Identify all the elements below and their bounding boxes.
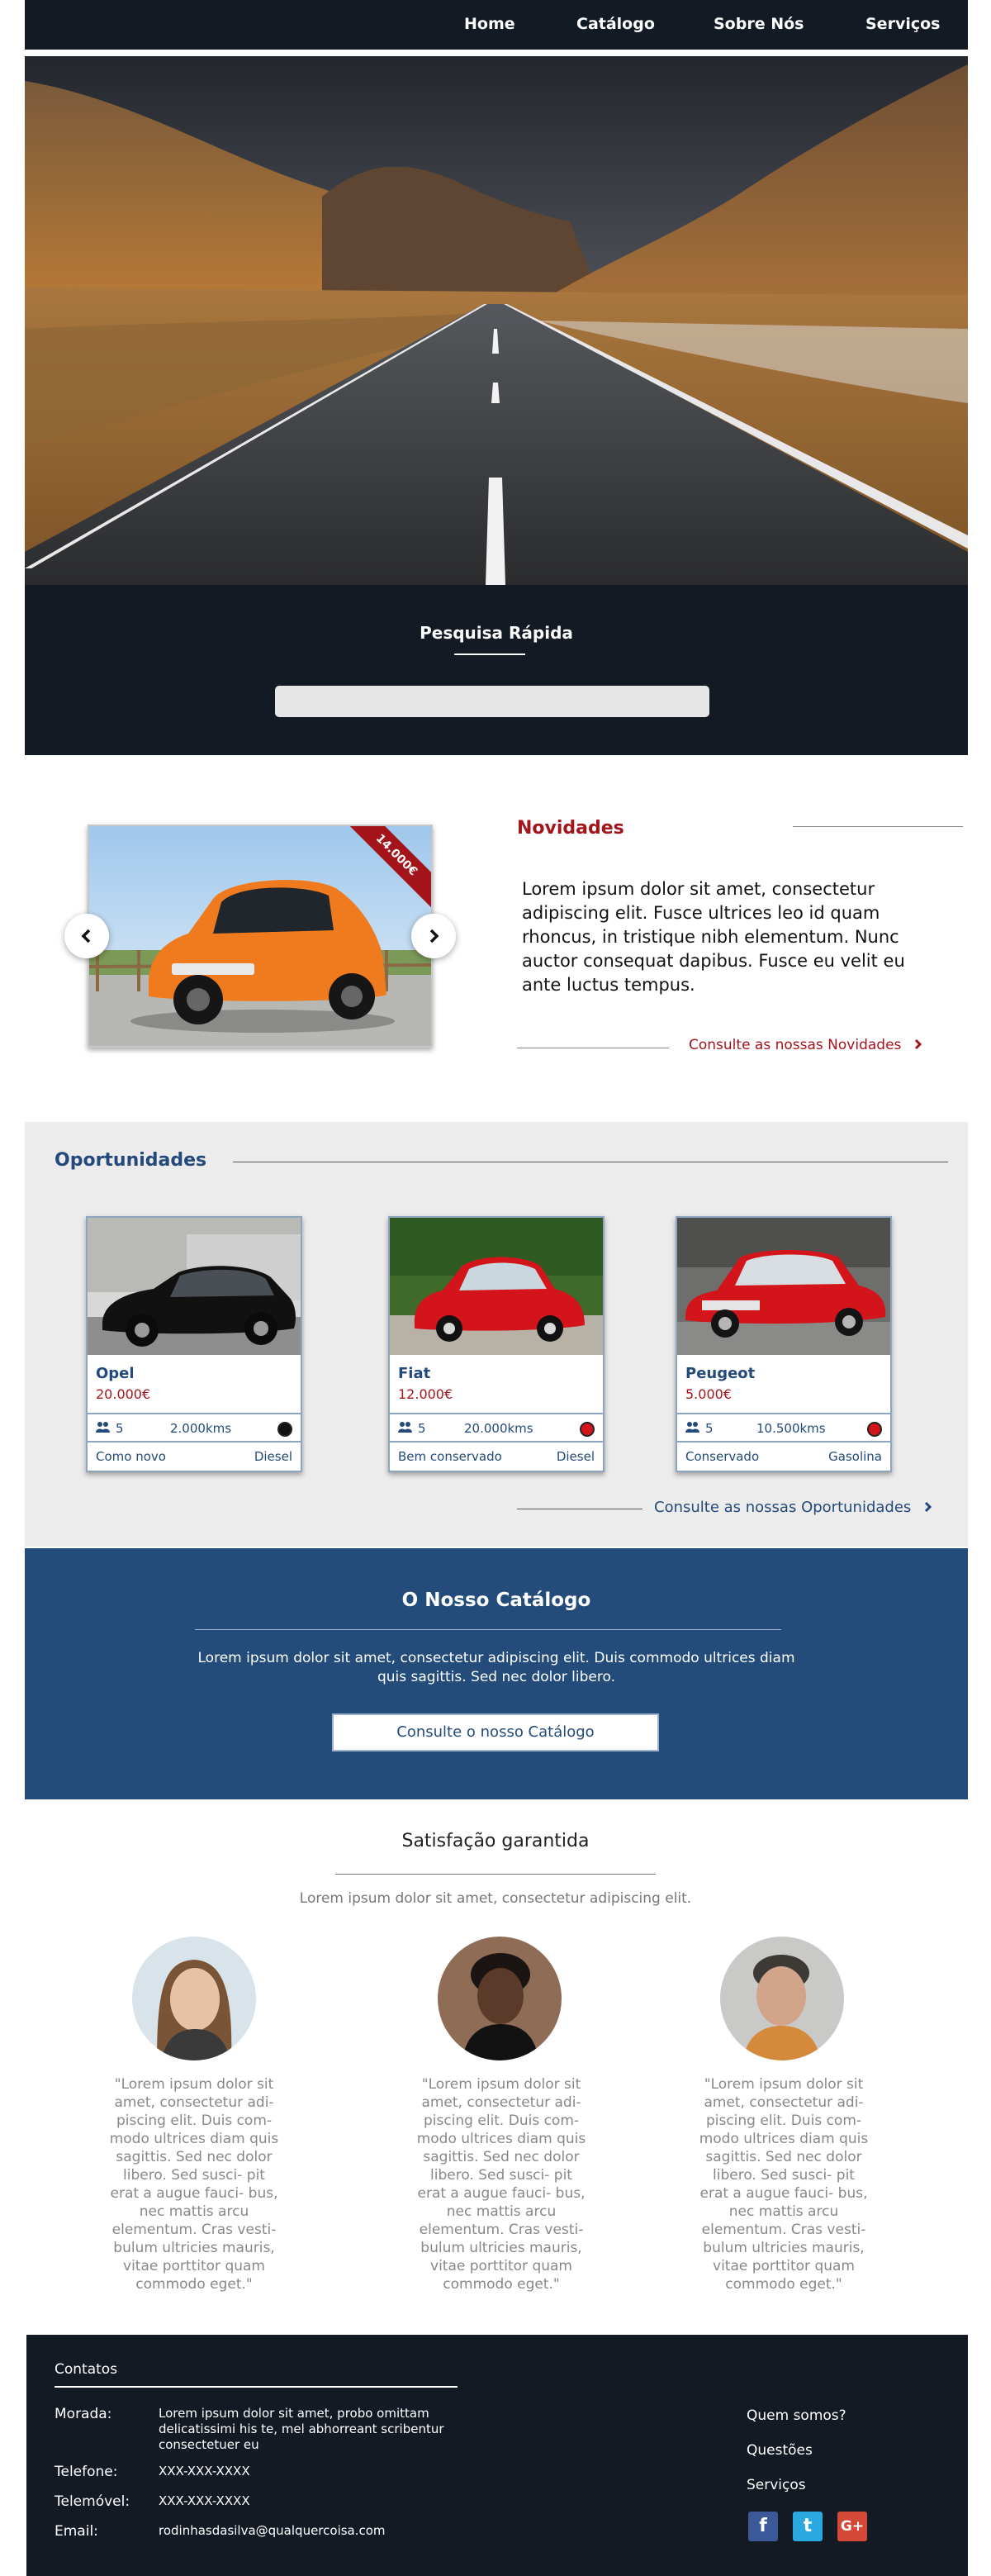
novidades-link-label[interactable]: Consulte as nossas Novidades [689, 1037, 901, 1053]
quick-search-title: Pesquisa Rápida [420, 623, 573, 643]
footer-link-questoes[interactable]: Questões [747, 2442, 813, 2459]
divider [335, 1874, 656, 1875]
nav-catalogo[interactable]: Catálogo [576, 15, 655, 33]
email-value[interactable]: rodinhasdasilva@qualquercoisa.com [159, 2523, 472, 2539]
car-fuel: Gasolina [828, 1449, 882, 1464]
car-km: 10.500kms [756, 1421, 826, 1436]
car-seats: 5 [116, 1421, 124, 1436]
car-seats: 5 [418, 1421, 426, 1436]
hero-road-image [25, 56, 968, 585]
divider [793, 826, 963, 827]
carousel-next-button[interactable] [411, 914, 456, 958]
satisfacao-subtitle: Lorem ipsum dolor sit amet, consectetur … [299, 1890, 692, 1907]
novidades-link[interactable]: Consulte as nossas Novidades [689, 1037, 924, 1053]
satisfacao-title: Satisfação garantida [401, 1831, 590, 1851]
car-price: 20.000€ [96, 1386, 151, 1402]
car-name: Fiat [398, 1365, 431, 1382]
divider [55, 2386, 458, 2388]
car-km: 20.000kms [464, 1421, 533, 1436]
opportunity-card[interactable]: Peugeot 5.000€ 5 10.500kms Conservado Ga… [676, 1216, 892, 1472]
footer-link-servicos[interactable]: Serviços [747, 2477, 806, 2493]
oportunidades-title: Oportunidades [55, 1150, 207, 1171]
email-label: Email: [55, 2523, 98, 2540]
twitter-icon[interactable]: t [793, 2512, 823, 2541]
carousel-prev-button[interactable] [64, 914, 109, 958]
car-price: 5.000€ [685, 1386, 732, 1402]
car-specs: 5 2.000kms [88, 1413, 301, 1442]
testimonial-quote: "Lorem ipsum dolor sit amet, consectetur… [699, 2076, 869, 2293]
nav-home[interactable]: Home [464, 15, 515, 33]
car-fuel: Diesel [254, 1449, 292, 1464]
catalogo-title: O Nosso Catálogo [401, 1590, 591, 1611]
top-nav: Home Catálogo Sobre Nós Serviços [25, 0, 968, 50]
chevron-right-icon [924, 1501, 932, 1513]
car-fuel: Diesel [556, 1449, 595, 1464]
testimonial-avatar [132, 1937, 256, 2060]
car-condition: Como novo [96, 1449, 166, 1464]
catalogo-section: O Nosso Catálogo Lorem ipsum dolor sit a… [25, 1548, 968, 1799]
quick-search-section: Pesquisa Rápida [25, 585, 968, 755]
car-photo [677, 1218, 890, 1355]
nav-sobre-nos[interactable]: Sobre Nós [714, 15, 804, 33]
chevron-right-icon [429, 929, 439, 943]
catalogo-button[interactable]: Consulte o nosso Catálogo [332, 1713, 659, 1751]
testimonial-quote: "Lorem ipsum dolor sit amet, consectetur… [109, 2076, 279, 2293]
car-specs: 5 10.500kms [677, 1413, 890, 1442]
color-dot [277, 1422, 292, 1437]
nav-servicos[interactable]: Serviços [865, 15, 940, 33]
oportunidades-link[interactable]: Consulte as nossas Oportunidades [654, 1499, 934, 1516]
car-condition: Conservado [685, 1449, 760, 1464]
novidades-title: Novidades [517, 818, 624, 839]
oportunidades-link-label[interactable]: Consulte as nossas Oportunidades [654, 1499, 911, 1516]
testimonial-avatar [438, 1937, 562, 2060]
novidades-car-image[interactable]: 14.000€ [88, 825, 433, 1048]
opportunity-card[interactable]: Opel 20.000€ 5 2.000kms Como novo Diesel [86, 1216, 302, 1472]
car-price: 12.000€ [398, 1386, 453, 1402]
quick-search-input[interactable] [275, 686, 709, 717]
users-icon [96, 1421, 111, 1436]
facebook-icon[interactable]: f [748, 2512, 778, 2541]
telemovel-value: XXX-XXX-XXXX [159, 2493, 250, 2508]
chevron-right-icon [914, 1038, 922, 1050]
divider [195, 1629, 781, 1630]
telefone-value: XXX-XXX-XXXX [159, 2464, 250, 2479]
morada-label: Morada: [55, 2406, 112, 2422]
car-name: Opel [96, 1365, 135, 1382]
testimonial-avatar [720, 1937, 844, 2060]
testimonial-quote: "Lorem ipsum dolor sit amet, consectetur… [416, 2076, 586, 2293]
car-seats: 5 [705, 1421, 714, 1436]
google-plus-icon[interactable]: G+ [837, 2512, 867, 2541]
novidades-text: Lorem ipsum dolor sit amet, consectetur … [522, 879, 905, 995]
color-dot [580, 1422, 595, 1437]
car-name: Peugeot [685, 1365, 756, 1382]
telefone-label: Telefone: [55, 2464, 118, 2480]
telemovel-label: Telemóvel: [55, 2493, 130, 2510]
footer: Contatos Morada: Lorem ipsum dolor sit a… [26, 2335, 968, 2576]
morada-value: Lorem ipsum dolor sit amet, probo omitta… [159, 2406, 444, 2452]
color-dot [867, 1422, 882, 1437]
footer-title: Contatos [55, 2361, 118, 2378]
car-km: 2.000kms [170, 1421, 232, 1436]
car-photo [88, 1218, 301, 1355]
footer-link-quem-somos[interactable]: Quem somos? [747, 2407, 846, 2424]
car-photo [390, 1218, 603, 1355]
car-condition: Bem conservado [398, 1449, 502, 1464]
users-icon [685, 1421, 700, 1436]
car-specs: 5 20.000kms [390, 1413, 603, 1442]
chevron-left-icon [81, 929, 91, 943]
users-icon [398, 1421, 413, 1436]
opportunity-card[interactable]: Fiat 12.000€ 5 20.000kms Bem conservado … [388, 1216, 605, 1472]
divider [454, 654, 525, 655]
catalogo-text: Lorem ipsum dolor sit amet, consectetur … [197, 1650, 795, 1685]
